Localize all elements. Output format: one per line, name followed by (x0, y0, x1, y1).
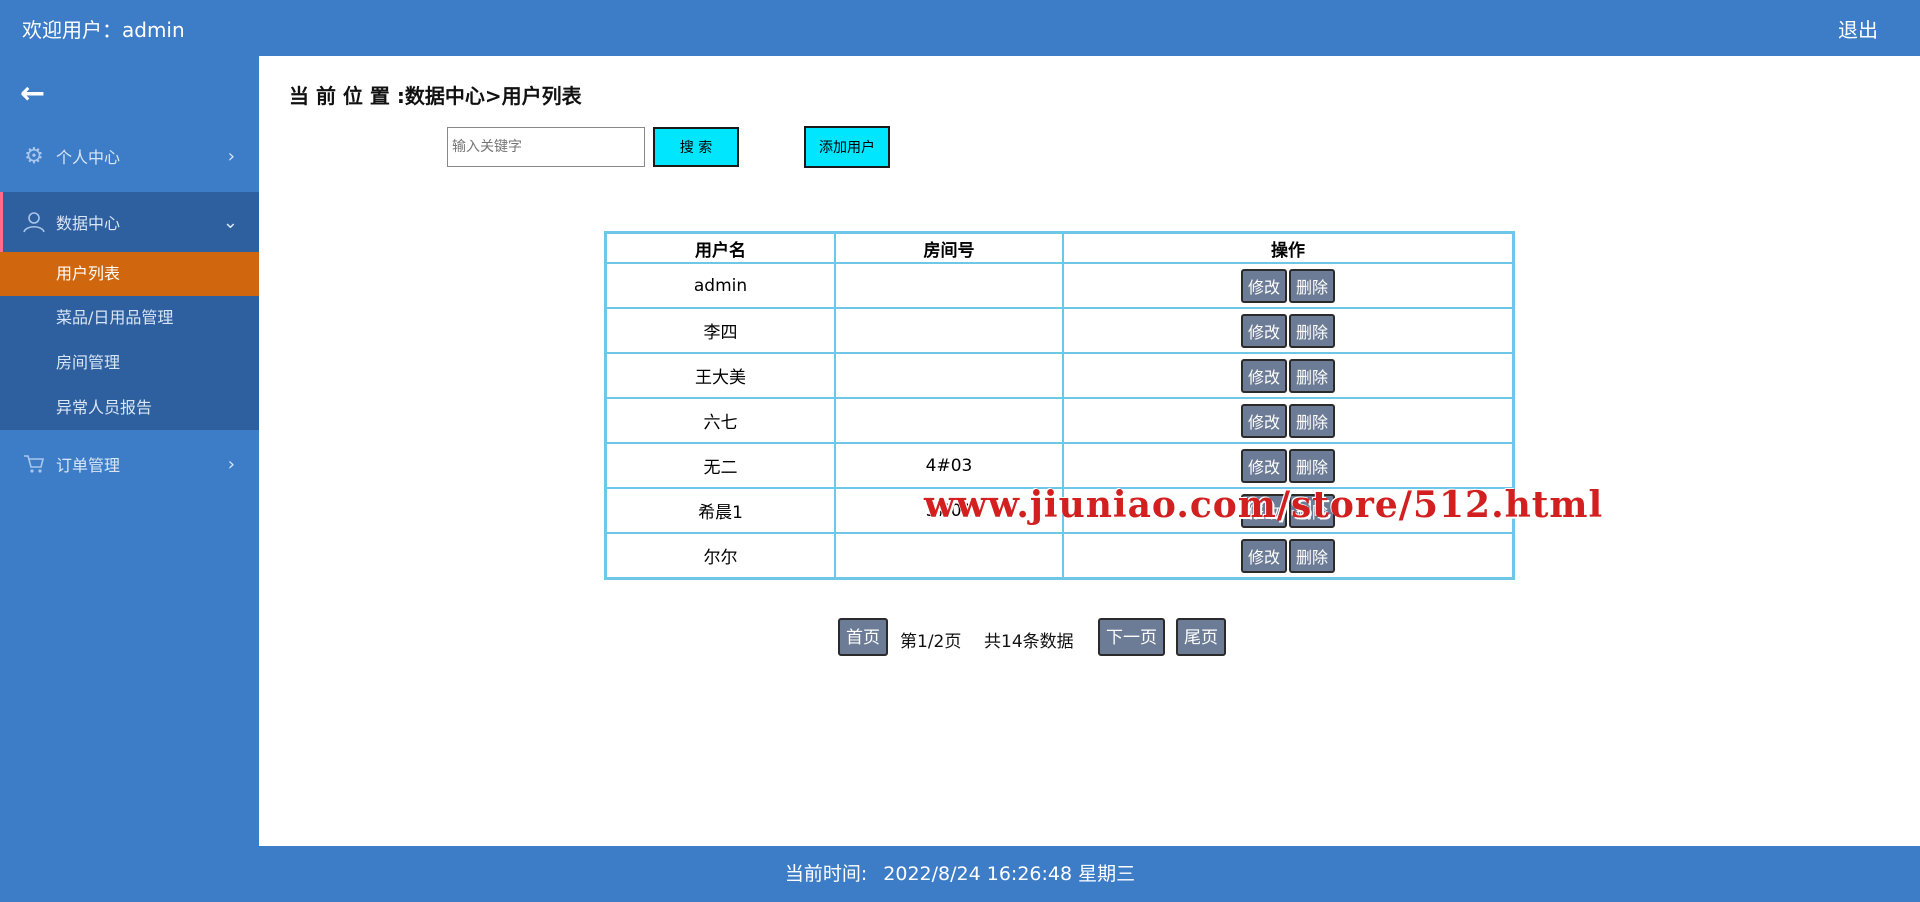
column-header-username: 用户名 (604, 231, 836, 264)
edit-button[interactable]: 修改 (1241, 358, 1287, 393)
edit-button[interactable]: 修改 (1241, 538, 1287, 573)
chevron-right-icon: › (227, 453, 235, 475)
cell-username: admin (604, 262, 836, 309)
cell-room (834, 397, 1064, 444)
table-row: 王大美 修改 删除 (604, 352, 1515, 399)
sidebar-item-dish-goods[interactable]: 菜品/日用品管理 (0, 296, 259, 340)
chevron-right-icon: › (227, 145, 235, 167)
cell-actions: 修改 删除 (1062, 352, 1515, 399)
table-row: admin 修改 删除 (604, 262, 1515, 309)
sidebar-item-personal-center[interactable]: ⚙ 个人中心 › (0, 126, 259, 186)
watermark: www.jiuniao.com/store/512.html (924, 484, 1604, 526)
footer-time-label: 当前时间: (784, 863, 868, 885)
table-row: 李四 修改 删除 (604, 307, 1515, 354)
first-page-button[interactable]: 首页 (838, 618, 888, 656)
sidebar-item-label: 个人中心 (56, 148, 121, 167)
cell-username: 尔尔 (604, 532, 836, 580)
edit-button[interactable]: 修改 (1241, 403, 1287, 438)
cell-room: 4#03 (834, 442, 1064, 489)
back-arrow-icon[interactable]: ← (20, 76, 45, 111)
add-user-button[interactable]: 添加用户 (804, 126, 890, 168)
cell-room (834, 262, 1064, 309)
last-page-button[interactable]: 尾页 (1176, 618, 1226, 656)
next-page-button[interactable]: 下一页 (1098, 618, 1165, 656)
user-icon (22, 210, 46, 234)
delete-button[interactable]: 删除 (1289, 268, 1335, 303)
cart-icon (22, 452, 46, 476)
top-bar: 欢迎用户：admin 退出 (0, 0, 1920, 56)
footer: 当前时间: 2022/8/24 16:26:48 星期三 (0, 846, 1920, 902)
breadcrumb: 当 前 位 置 :数据中心>用户列表 (289, 84, 582, 108)
cell-actions: 修改 删除 (1062, 262, 1515, 309)
cell-room (834, 352, 1064, 399)
cell-username: 六七 (604, 397, 836, 444)
cell-actions: 修改 删除 (1062, 532, 1515, 580)
column-header-room: 房间号 (834, 231, 1064, 264)
logout-link[interactable]: 退出 (1838, 14, 1878, 43)
sidebar-item-orders[interactable]: 订单管理 › (0, 434, 259, 494)
column-header-actions: 操作 (1062, 231, 1515, 264)
search-input[interactable] (447, 127, 645, 167)
cell-actions: 修改 删除 (1062, 442, 1515, 489)
cell-username: 希晨1 (604, 487, 836, 534)
welcome-text: 欢迎用户：admin (22, 18, 185, 42)
data-center-submenu: 用户列表 菜品/日用品管理 房间管理 异常人员报告 (0, 252, 259, 430)
sidebar-item-room-management[interactable]: 房间管理 (0, 341, 259, 385)
sidebar: ← ⚙ 个人中心 › 数据中心 ⌄ 用户列表 菜品/日用品管理 房间管理 异常人… (0, 56, 262, 846)
delete-button[interactable]: 删除 (1289, 313, 1335, 348)
search-button[interactable]: 搜 索 (653, 127, 739, 167)
main-content: 当 前 位 置 :数据中心>用户列表 搜 索 添加用户 用户名 房间号 操作 a… (259, 56, 1920, 846)
table-row: 六七 修改 删除 (604, 397, 1515, 444)
sidebar-item-data-center[interactable]: 数据中心 ⌄ (0, 192, 262, 252)
table-header-row: 用户名 房间号 操作 (604, 231, 1515, 264)
sidebar-item-abnormal-report[interactable]: 异常人员报告 (0, 386, 259, 430)
chevron-down-icon: ⌄ (222, 211, 238, 233)
page-info: 第1/2页 (900, 632, 962, 652)
cell-actions: 修改 删除 (1062, 397, 1515, 444)
user-table: 用户名 房间号 操作 admin 修改 删除 李四 修改 删除 王大美 修改 删除 (604, 231, 1515, 580)
total-count: 共14条数据 (984, 632, 1074, 652)
cell-username: 无二 (604, 442, 836, 489)
edit-button[interactable]: 修改 (1241, 268, 1287, 303)
cell-room (834, 307, 1064, 354)
gear-icon: ⚙ (24, 143, 44, 169)
delete-button[interactable]: 删除 (1289, 538, 1335, 573)
edit-button[interactable]: 修改 (1241, 448, 1287, 483)
sidebar-item-label: 订单管理 (56, 456, 121, 475)
delete-button[interactable]: 删除 (1289, 358, 1335, 393)
delete-button[interactable]: 删除 (1289, 448, 1335, 483)
table-row: 尔尔 修改 删除 (604, 532, 1515, 580)
footer-time-value: 2022/8/24 16:26:48 星期三 (883, 863, 1136, 885)
cell-room (834, 532, 1064, 580)
cell-username: 李四 (604, 307, 836, 354)
sidebar-item-label: 数据中心 (56, 214, 121, 233)
sidebar-item-user-list[interactable]: 用户列表 (0, 252, 259, 296)
cell-username: 王大美 (604, 352, 836, 399)
table-row: 无二 4#03 修改 删除 (604, 442, 1515, 489)
cell-actions: 修改 删除 (1062, 307, 1515, 354)
delete-button[interactable]: 删除 (1289, 403, 1335, 438)
edit-button[interactable]: 修改 (1241, 313, 1287, 348)
